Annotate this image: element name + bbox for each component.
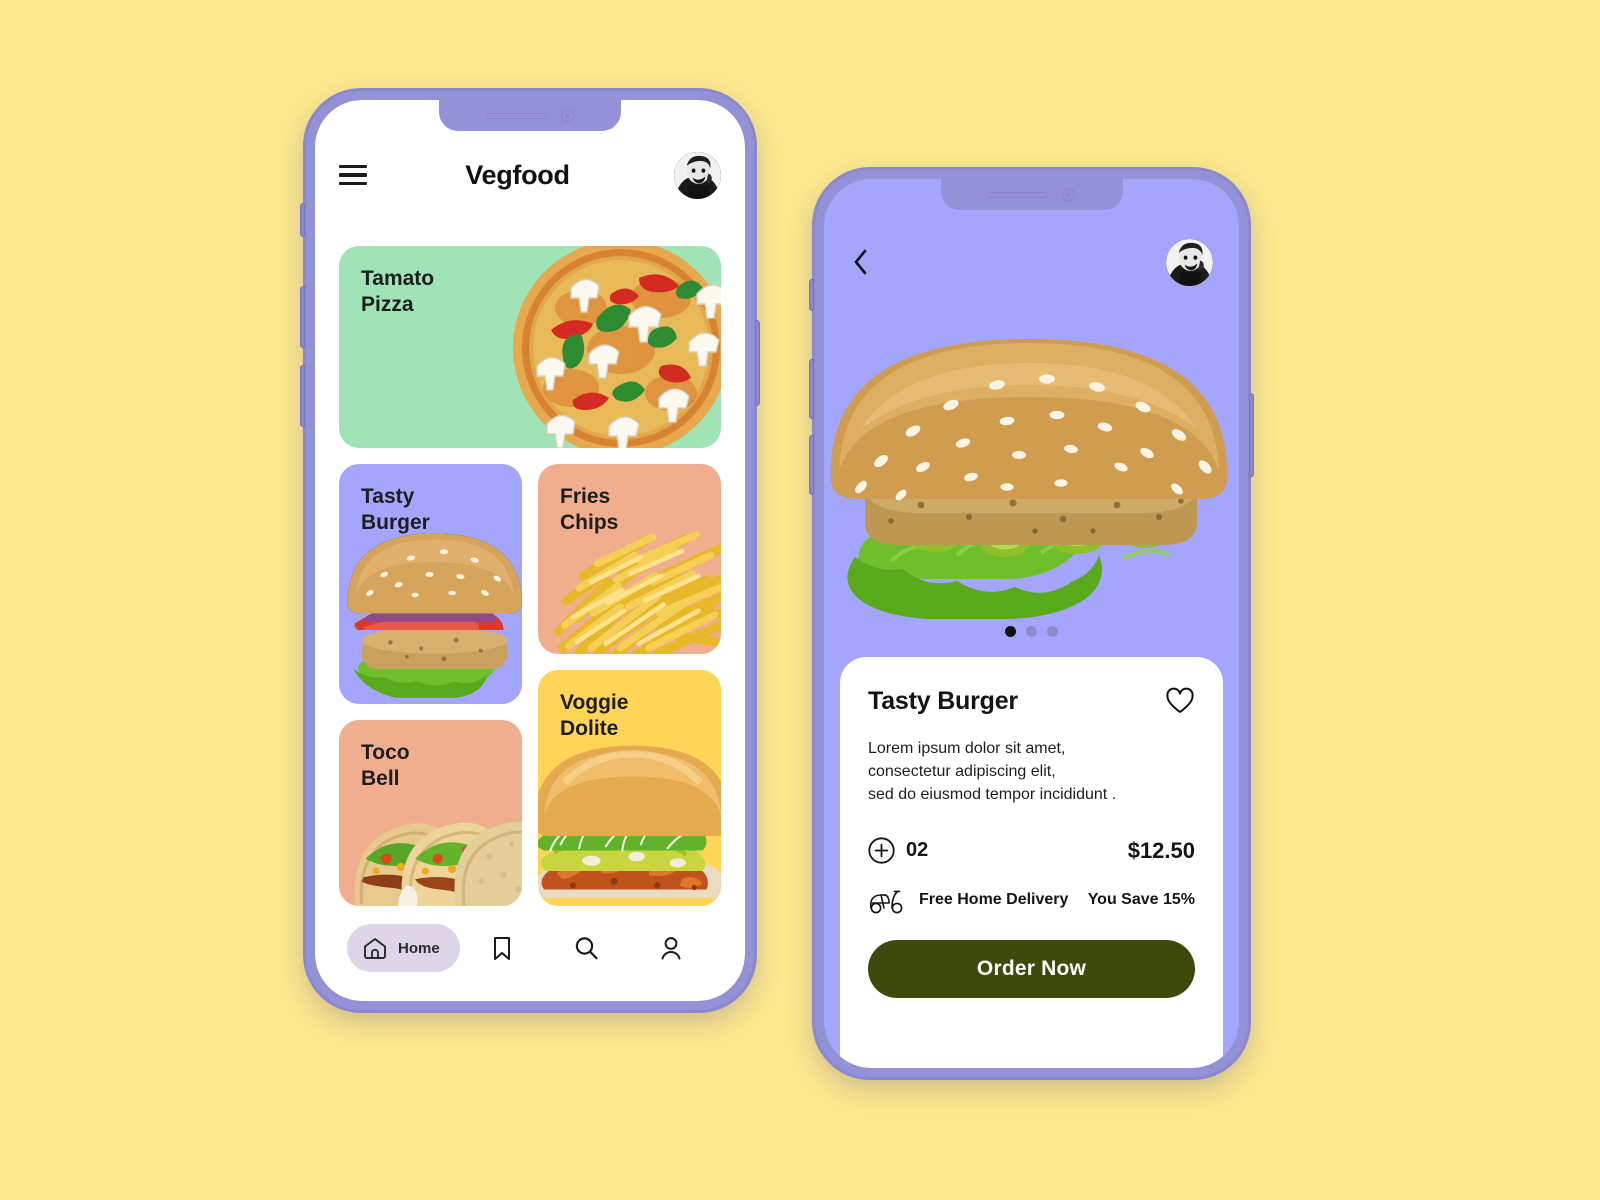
food-card-title: Tasty Burger (361, 485, 430, 535)
chevron-left-icon[interactable] (850, 247, 872, 277)
plus-circle-icon[interactable] (868, 837, 895, 864)
volume-up-button[interactable] (300, 286, 305, 348)
food-card-toco-bell[interactable]: Toco Bell (339, 720, 522, 906)
food-card-grid: Tamato Pizza Tasty Burger Toco Bell Frie… (315, 246, 745, 906)
notch (439, 100, 621, 131)
food-card-voggie-dolite[interactable]: Voggie Dolite (538, 670, 721, 906)
volume-down-button[interactable] (809, 435, 814, 495)
tasty-burger-photo (824, 287, 1239, 677)
notch (940, 179, 1123, 210)
food-card-row: Tasty Burger Toco Bell Fries Chips Voggi… (339, 464, 721, 906)
front-camera (560, 109, 574, 122)
silent-switch-button[interactable] (809, 279, 814, 311)
carousel-dots[interactable] (824, 626, 1239, 637)
avatar[interactable] (674, 151, 721, 199)
volume-up-button[interactable] (809, 359, 814, 419)
tab-profile[interactable] (629, 934, 713, 962)
food-card-title: Toco Bell (361, 741, 410, 791)
product-detail-card: Tasty Burger Lorem ipsum dolor sit amet,… (840, 657, 1223, 1068)
app-header: Vegfood (315, 140, 745, 210)
food-card-fries-chips[interactable]: Fries Chips (538, 464, 721, 654)
quantity-value: 02 (906, 839, 929, 862)
carousel-dot-3[interactable] (1047, 626, 1058, 637)
order-now-button[interactable]: Order Now (868, 940, 1195, 999)
delivery-info: Free Home Delivery (868, 886, 1068, 914)
phone-one-screen: Vegfood Tamato Pizza Tasty Burger Toco B… (315, 100, 745, 1001)
detail-header (824, 235, 1239, 289)
volume-down-button[interactable] (300, 365, 305, 427)
front-camera (1062, 188, 1075, 201)
tab-search[interactable] (544, 934, 628, 962)
food-card-title: Tamato Pizza (361, 267, 435, 317)
savings-label: You Save 15% (1087, 891, 1195, 909)
food-card-column-right: Fries Chips Voggie Dolite (538, 464, 721, 906)
food-card-column-left: Tasty Burger Toco Bell (339, 464, 522, 906)
food-card-tasty-burger[interactable]: Tasty Burger (339, 464, 522, 704)
earpiece-speaker (486, 112, 547, 119)
earpiece-speaker (988, 191, 1048, 198)
power-button[interactable] (755, 320, 760, 406)
bookmark-icon (488, 934, 516, 962)
phone-one-inner: Vegfood Tamato Pizza Tasty Burger Toco B… (315, 100, 745, 1001)
page-title: Vegfood (465, 159, 570, 190)
product-price: $12.50 (1127, 837, 1195, 863)
product-title: Tasty Burger (868, 687, 1018, 715)
phone-two-inner: Tasty Burger Lorem ipsum dolor sit amet,… (824, 179, 1239, 1068)
quantity-price-row: 02 $12.50 (868, 837, 1195, 864)
bottom-navigation: Home (315, 921, 745, 975)
profile-icon (657, 934, 685, 962)
delivery-label: Free Home Delivery (919, 891, 1069, 909)
phone-mockup-detail: Tasty Burger Lorem ipsum dolor sit amet,… (809, 167, 1254, 1080)
heart-outline-icon[interactable] (1165, 687, 1195, 715)
carousel-dot-1[interactable] (1005, 626, 1016, 637)
food-card-title: Fries Chips (560, 485, 619, 535)
tab-home[interactable]: Home (347, 924, 460, 972)
tab-bookmark[interactable] (460, 934, 544, 962)
food-card-title: Voggie Dolite (560, 691, 629, 741)
scooter-icon (868, 886, 906, 914)
tab-home-label: Home (398, 939, 440, 957)
avatar[interactable] (1166, 238, 1213, 286)
power-button[interactable] (1249, 393, 1254, 477)
delivery-info-row: Free Home Delivery You Save 15% (868, 886, 1195, 914)
home-icon (361, 934, 389, 962)
product-description: Lorem ipsum dolor sit amet, consectetur … (868, 740, 1117, 804)
quantity-stepper[interactable]: 02 (868, 837, 928, 864)
phone-mockup-home: Vegfood Tamato Pizza Tasty Burger Toco B… (300, 88, 760, 1013)
silent-switch-button[interactable] (300, 203, 305, 237)
carousel-dot-2[interactable] (1026, 626, 1037, 637)
food-card-pizza[interactable]: Tamato Pizza (339, 246, 721, 448)
phone-two-screen: Tasty Burger Lorem ipsum dolor sit amet,… (824, 179, 1239, 1068)
search-icon (572, 934, 600, 962)
detail-title-row: Tasty Burger (868, 687, 1195, 716)
